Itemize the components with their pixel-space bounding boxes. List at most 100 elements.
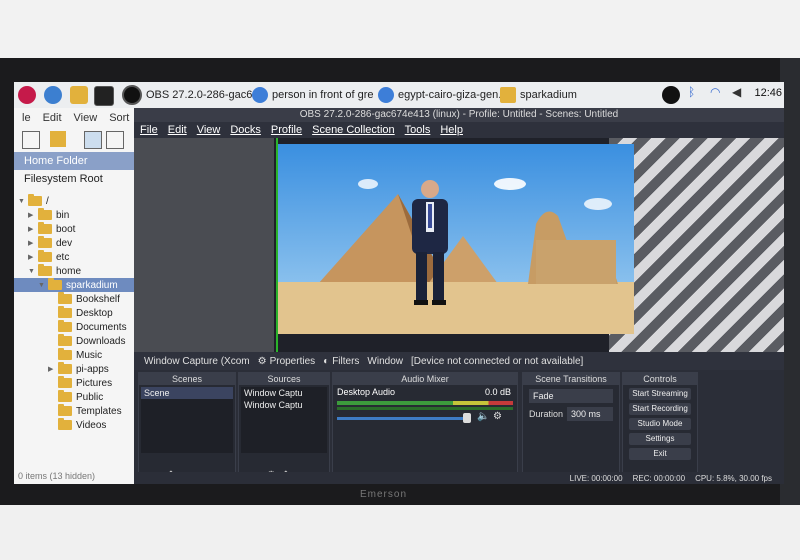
audio-mixer-header: Audio Mixer <box>333 373 517 385</box>
expander-icon[interactable]: ▶ <box>48 365 58 373</box>
expander-icon[interactable]: ▶ <box>28 211 38 219</box>
tree-item-label: Pictures <box>76 377 113 389</box>
folder-icon <box>38 250 52 262</box>
expander-icon[interactable]: ▼ <box>28 268 38 275</box>
folder-icon <box>38 264 52 276</box>
obs-menu-item[interactable]: Docks <box>230 124 261 136</box>
bluetooth-icon[interactable]: ᛒ <box>688 85 695 99</box>
folder-icon <box>58 320 72 332</box>
fm-menu-item[interactable]: Sort <box>109 112 129 124</box>
settings-button[interactable]: Settings <box>629 433 691 445</box>
controls-dock: Controls Start Streaming Start Recording… <box>622 372 698 484</box>
properties-button[interactable]: ⚙ Properties <box>258 356 316 367</box>
sources-header: Sources <box>239 373 329 385</box>
task-browser-2[interactable]: egypt-cairo-giza-gen... <box>378 85 500 105</box>
wifi-icon[interactable]: ◠ <box>710 85 720 99</box>
monitor-brand-logo: Emerson <box>360 489 408 500</box>
tree-item-label: etc <box>56 251 70 263</box>
start-recording-button[interactable]: Start Recording <box>629 403 691 415</box>
tree-item-label: Documents <box>76 321 127 333</box>
tree-item-label: pi-apps <box>76 363 109 375</box>
sources-list: Window Captu Window Captu <box>241 387 327 453</box>
obs-menu-item[interactable]: Tools <box>405 124 431 136</box>
scene-image-pyramids <box>278 144 634 334</box>
icon-view-icon[interactable] <box>84 131 102 149</box>
folder-icon <box>58 362 72 374</box>
obs-window: OBS 27.2.0-286-gac674e413 (linux) - Prof… <box>134 108 784 484</box>
globe-icon[interactable] <box>44 86 62 104</box>
list-view-icon[interactable] <box>106 131 124 149</box>
slider-track <box>337 417 467 420</box>
folder-icon <box>500 87 516 103</box>
folder-icon <box>38 208 52 220</box>
tree-item-label: Downloads <box>76 335 126 347</box>
volume-icon[interactable]: ◀ <box>732 85 741 99</box>
obs-statusbar: LIVE: 00:00:00 REC: 00:00:00 CPU: 5.8%, … <box>134 472 784 484</box>
gear-icon: ⚙ <box>257 355 267 367</box>
expander-icon[interactable]: ▶ <box>28 225 38 233</box>
task-browser-2-label: egypt-cairo-giza-gen... <box>398 89 500 101</box>
slider-knob[interactable] <box>463 413 471 423</box>
studio-mode-button[interactable]: Studio Mode <box>629 418 691 430</box>
expander-icon[interactable]: ▼ <box>18 198 28 205</box>
obs-menu-item[interactable]: Profile <box>271 124 302 136</box>
audio-mixer-dock: Audio Mixer Desktop Audio 0.0 dB 🔈 ⚙ <box>332 372 518 484</box>
transition-select[interactable]: Fade <box>529 389 613 403</box>
filters-button[interactable]: ◐ Filters <box>323 356 359 367</box>
device-status-label: [Device not connected or not available] <box>411 355 584 367</box>
obs-menu-item[interactable]: File <box>140 124 158 136</box>
tree-item-label: Desktop <box>76 307 113 319</box>
terminal-icon[interactable] <box>94 86 114 106</box>
folder-icon <box>38 236 52 248</box>
fm-menu-item[interactable]: Edit <box>43 112 62 124</box>
fm-menu-item[interactable]: le <box>22 112 31 124</box>
obs-menu-item[interactable]: Scene Collection <box>312 124 395 136</box>
gear-icon[interactable]: ⚙ <box>493 411 502 422</box>
fm-menu-item[interactable]: View <box>74 112 98 124</box>
scenes-list: Scene <box>141 387 233 453</box>
selected-source[interactable]: Window Capture (Xcom <box>144 356 250 367</box>
folder-icon <box>58 376 72 388</box>
transitions-header: Scene Transitions <box>523 373 619 385</box>
task-file-manager[interactable]: sparkadium <box>500 85 630 105</box>
obs-preview[interactable] <box>134 138 784 352</box>
new-window-icon[interactable] <box>22 131 40 149</box>
rec-status: REC: 00:00:00 <box>632 473 686 483</box>
tree-item-label: home <box>56 265 82 277</box>
speaker-icon[interactable]: 🔈 <box>477 411 489 422</box>
task-browser-1[interactable]: person in front of gre... <box>252 85 374 105</box>
transition-type: Fade <box>533 391 554 401</box>
expander-icon[interactable]: ▶ <box>28 239 38 247</box>
task-obs[interactable]: OBS 27.2.0-286-gac6... <box>122 85 254 105</box>
start-streaming-button[interactable]: Start Streaming <box>629 388 691 400</box>
device-status: [Device not connected or not available] <box>411 356 583 367</box>
obs-menu-item[interactable]: Edit <box>168 124 187 136</box>
photo-background-bottom <box>0 505 800 560</box>
place-label: Filesystem Root <box>24 173 103 185</box>
expander-icon[interactable]: ▼ <box>38 282 48 289</box>
folder-icon[interactable] <box>50 131 66 147</box>
raspberry-icon[interactable] <box>18 86 36 104</box>
exit-button[interactable]: Exit <box>629 448 691 460</box>
duration-input[interactable]: 300 ms <box>567 407 613 421</box>
scene-item[interactable]: Scene <box>141 387 233 399</box>
expander-icon[interactable]: ▶ <box>28 253 38 261</box>
obs-tray-icon[interactable] <box>662 86 680 104</box>
folder-icon[interactable] <box>70 86 88 104</box>
obs-menu-item[interactable]: Help <box>440 124 463 136</box>
preview-background <box>134 138 274 352</box>
folder-icon <box>58 334 72 346</box>
obs-menu-item[interactable]: View <box>197 124 221 136</box>
volume-slider[interactable]: 🔈 ⚙ <box>337 411 513 423</box>
task-obs-label: OBS 27.2.0-286-gac6... <box>146 89 254 101</box>
window-select[interactable]: Window <box>367 356 403 367</box>
source-item[interactable]: Window Captu <box>241 399 327 411</box>
scenes-header: Scenes <box>139 373 235 385</box>
source-item[interactable]: Window Captu <box>241 387 327 399</box>
folder-icon <box>28 194 42 206</box>
obs-docks: Scenes Scene +−⌃⌄ Sources Window Captu W… <box>134 372 784 484</box>
chromium-icon <box>252 87 268 103</box>
photo-background-top <box>0 0 800 58</box>
folder-icon <box>58 390 72 402</box>
pyramids-illustration <box>278 144 634 334</box>
